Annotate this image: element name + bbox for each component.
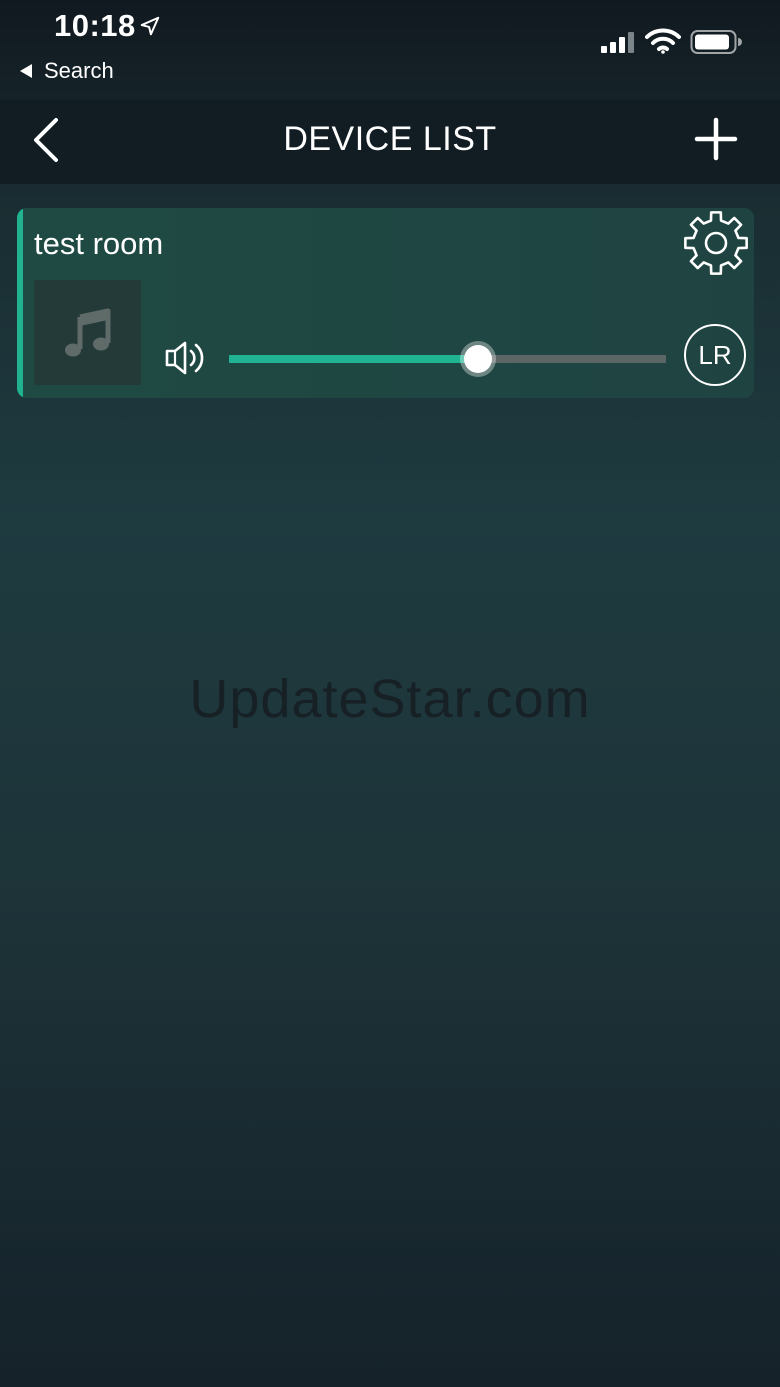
stereo-channel-button[interactable]: LR <box>684 324 746 386</box>
nav-bar: DEVICE LIST <box>0 100 780 184</box>
cellular-signal-icon <box>601 32 634 53</box>
music-note-icon <box>64 308 110 356</box>
volume-slider-knob[interactable] <box>464 345 493 373</box>
status-time: 10:18 <box>54 8 136 43</box>
watermark: UpdateStar.com <box>189 669 591 729</box>
device-name: test room <box>34 226 164 261</box>
page-title: DEVICE LIST <box>283 120 497 158</box>
channel-label: LR <box>698 339 732 370</box>
wifi-icon <box>645 28 681 54</box>
back-triangle-icon <box>20 64 32 78</box>
battery-icon <box>690 30 742 54</box>
gear-icon[interactable] <box>681 208 751 278</box>
back-app-label: Search <box>44 58 114 83</box>
plus-icon[interactable] <box>694 117 738 161</box>
location-arrow-icon <box>140 16 160 36</box>
back-to-app-link[interactable]: Search <box>20 58 114 84</box>
volume-slider-fill <box>229 355 479 363</box>
device-card[interactable]: test room LR <box>17 208 754 398</box>
card-accent-bar <box>17 208 23 398</box>
speaker-volume-icon[interactable] <box>163 338 209 378</box>
status-bar: 10:18 Search <box>0 0 780 100</box>
volume-slider[interactable] <box>229 345 666 373</box>
album-art <box>34 280 141 385</box>
